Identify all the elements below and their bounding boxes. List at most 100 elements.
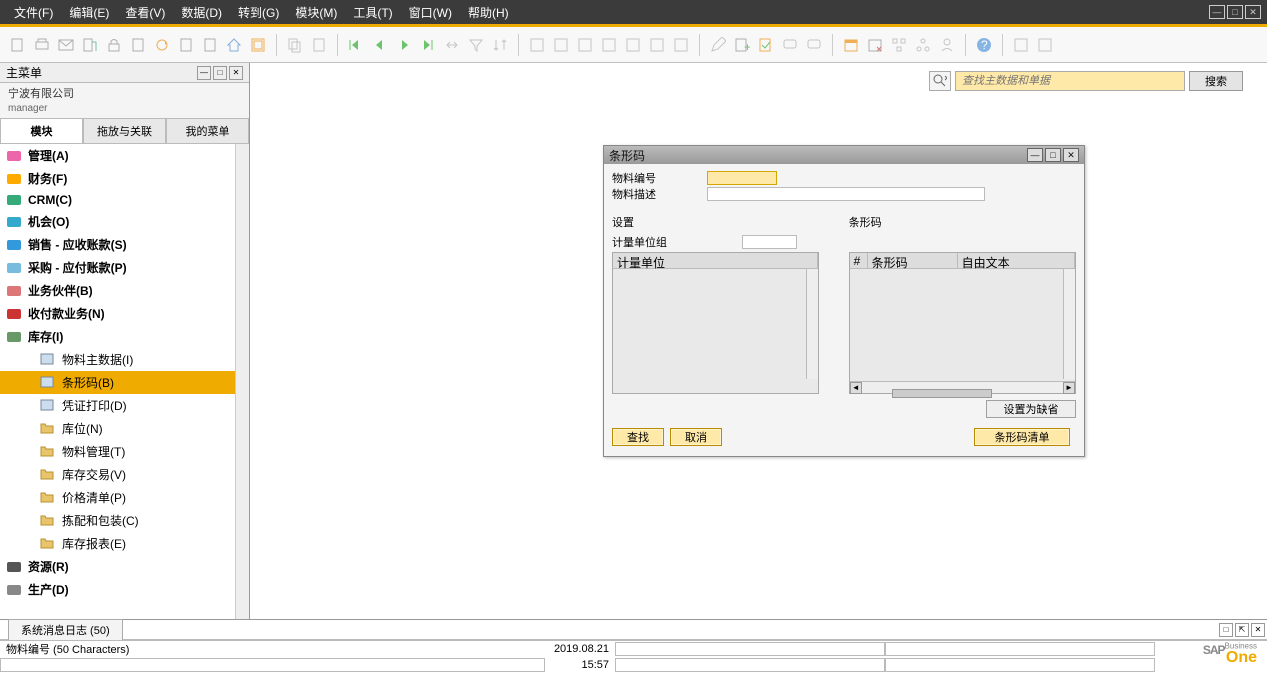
find-icon[interactable] bbox=[248, 35, 268, 55]
status-input-5[interactable] bbox=[885, 658, 1155, 672]
next-icon[interactable] bbox=[394, 35, 414, 55]
tree-item[interactable]: CRM(C) bbox=[0, 190, 249, 210]
status-input-3[interactable] bbox=[0, 658, 545, 672]
tree-item[interactable]: 资源(R) bbox=[0, 555, 249, 578]
home-icon[interactable] bbox=[224, 35, 244, 55]
set-default-button[interactable]: 设置为缺省 bbox=[986, 400, 1076, 418]
tree-item[interactable]: 管理(A) bbox=[0, 144, 249, 167]
print-icon[interactable] bbox=[32, 35, 52, 55]
check-doc-icon[interactable] bbox=[756, 35, 776, 55]
calendar-x-icon[interactable] bbox=[865, 35, 885, 55]
new-icon[interactable] bbox=[8, 35, 28, 55]
tree-scrollbar[interactable] bbox=[235, 144, 249, 619]
item-desc-input[interactable] bbox=[707, 187, 985, 201]
tree-item[interactable]: 物料管理(T) bbox=[0, 440, 249, 463]
report4-icon[interactable] bbox=[599, 35, 619, 55]
cancel-button[interactable]: 取消 bbox=[670, 428, 722, 446]
user-icon[interactable] bbox=[937, 35, 957, 55]
edit-icon[interactable] bbox=[708, 35, 728, 55]
lock-icon[interactable] bbox=[104, 35, 124, 55]
layout2-icon[interactable] bbox=[1035, 35, 1055, 55]
dialog-close-icon[interactable]: ✕ bbox=[1063, 148, 1079, 162]
menu-tools[interactable]: 工具(T) bbox=[345, 1, 400, 24]
scroll-right-icon[interactable]: ► bbox=[1063, 382, 1075, 394]
uom-group-input[interactable] bbox=[742, 235, 797, 249]
menu-view[interactable]: 查看(V) bbox=[117, 1, 173, 24]
tree-item[interactable]: 机会(O) bbox=[0, 210, 249, 233]
calendar-icon[interactable] bbox=[841, 35, 861, 55]
bc-scrollbar-h[interactable]: ◄ ► bbox=[850, 381, 1075, 393]
report2-icon[interactable] bbox=[551, 35, 571, 55]
first-icon[interactable] bbox=[346, 35, 366, 55]
dialog-maximize-icon[interactable]: □ bbox=[1045, 148, 1061, 162]
report3-icon[interactable] bbox=[575, 35, 595, 55]
close-icon[interactable]: ✕ bbox=[1245, 5, 1261, 19]
report6-icon[interactable] bbox=[647, 35, 667, 55]
tree-item[interactable]: 生产(D) bbox=[0, 578, 249, 601]
email-icon[interactable] bbox=[56, 35, 76, 55]
report7-icon[interactable] bbox=[671, 35, 691, 55]
scroll-thumb[interactable] bbox=[892, 389, 992, 398]
export-icon[interactable] bbox=[80, 35, 100, 55]
search-button[interactable]: 搜索 bbox=[1189, 71, 1243, 91]
barcode-listbox[interactable]: # 条形码 自由文本 ◄ ► bbox=[849, 252, 1076, 394]
tree-icon[interactable] bbox=[889, 35, 909, 55]
page-icon[interactable] bbox=[176, 35, 196, 55]
tree-item[interactable]: 库位(N) bbox=[0, 417, 249, 440]
panel-close-icon[interactable]: ✕ bbox=[229, 66, 243, 80]
link-icon[interactable] bbox=[442, 35, 462, 55]
bottom-pin-icon[interactable]: ⇱ bbox=[1235, 623, 1249, 637]
bottom-min-icon[interactable]: □ bbox=[1219, 623, 1233, 637]
tree-item[interactable]: 拣配和包装(C) bbox=[0, 509, 249, 532]
help-icon[interactable]: ? bbox=[974, 35, 994, 55]
minimize-icon[interactable]: — bbox=[1209, 5, 1225, 19]
bottom-close-icon[interactable]: ✕ bbox=[1251, 623, 1265, 637]
add-doc-icon[interactable]: + bbox=[732, 35, 752, 55]
maximize-icon[interactable]: □ bbox=[1227, 5, 1243, 19]
paste-icon[interactable] bbox=[309, 35, 329, 55]
module-tree[interactable]: 管理(A)财务(F)CRM(C)机会(O)销售 - 应收账款(S)采购 - 应付… bbox=[0, 144, 249, 619]
copy-icon[interactable] bbox=[285, 35, 305, 55]
tab-mymenu[interactable]: 我的菜单 bbox=[166, 118, 249, 143]
layout1-icon[interactable] bbox=[1011, 35, 1031, 55]
status-input-2[interactable] bbox=[885, 642, 1155, 656]
tree-item[interactable]: 业务伙伴(B) bbox=[0, 279, 249, 302]
sort-icon[interactable] bbox=[490, 35, 510, 55]
dialog-minimize-icon[interactable]: — bbox=[1027, 148, 1043, 162]
menu-data[interactable]: 数据(D) bbox=[173, 1, 230, 24]
system-messages-tab[interactable]: 系统消息日志 (50) bbox=[8, 619, 123, 640]
dialog-titlebar[interactable]: 条形码 — □ ✕ bbox=[604, 146, 1084, 164]
report5-icon[interactable] bbox=[623, 35, 643, 55]
status-input-4[interactable] bbox=[615, 658, 885, 672]
menu-file[interactable]: 文件(F) bbox=[6, 1, 61, 24]
menu-window[interactable]: 窗口(W) bbox=[401, 1, 460, 24]
tree-item[interactable]: 凭证打印(D) bbox=[0, 394, 249, 417]
prev-icon[interactable] bbox=[370, 35, 390, 55]
bc-scrollbar-v[interactable] bbox=[1063, 269, 1075, 379]
tree-item[interactable]: 财务(F) bbox=[0, 167, 249, 190]
menu-goto[interactable]: 转到(G) bbox=[230, 1, 287, 24]
doc-icon[interactable] bbox=[128, 35, 148, 55]
report1-icon[interactable] bbox=[527, 35, 547, 55]
search-input[interactable] bbox=[955, 71, 1185, 91]
last-icon[interactable] bbox=[418, 35, 438, 55]
tree-item[interactable]: 库存交易(V) bbox=[0, 463, 249, 486]
menu-edit[interactable]: 编辑(E) bbox=[61, 1, 117, 24]
tree-item[interactable]: 库存(I) bbox=[0, 325, 249, 348]
chat2-icon[interactable] bbox=[804, 35, 824, 55]
item-no-input[interactable] bbox=[707, 171, 777, 185]
refresh-icon[interactable] bbox=[152, 35, 172, 55]
tab-modules[interactable]: 模块 bbox=[0, 118, 83, 143]
scroll-left-icon[interactable]: ◄ bbox=[850, 382, 862, 394]
page2-icon[interactable] bbox=[200, 35, 220, 55]
status-input-1[interactable] bbox=[615, 642, 885, 656]
tree-item[interactable]: 物料主数据(I) bbox=[0, 348, 249, 371]
search-dropdown-icon[interactable] bbox=[929, 71, 951, 91]
tree-item[interactable]: 库存报表(E) bbox=[0, 532, 249, 555]
menu-modules[interactable]: 模块(M) bbox=[287, 1, 345, 24]
tree-item[interactable]: 收付款业务(N) bbox=[0, 302, 249, 325]
tab-dragdrop[interactable]: 拖放与关联 bbox=[83, 118, 166, 143]
filter-icon[interactable] bbox=[466, 35, 486, 55]
tree-item[interactable]: 采购 - 应付账款(P) bbox=[0, 256, 249, 279]
find-button[interactable]: 查找 bbox=[612, 428, 664, 446]
